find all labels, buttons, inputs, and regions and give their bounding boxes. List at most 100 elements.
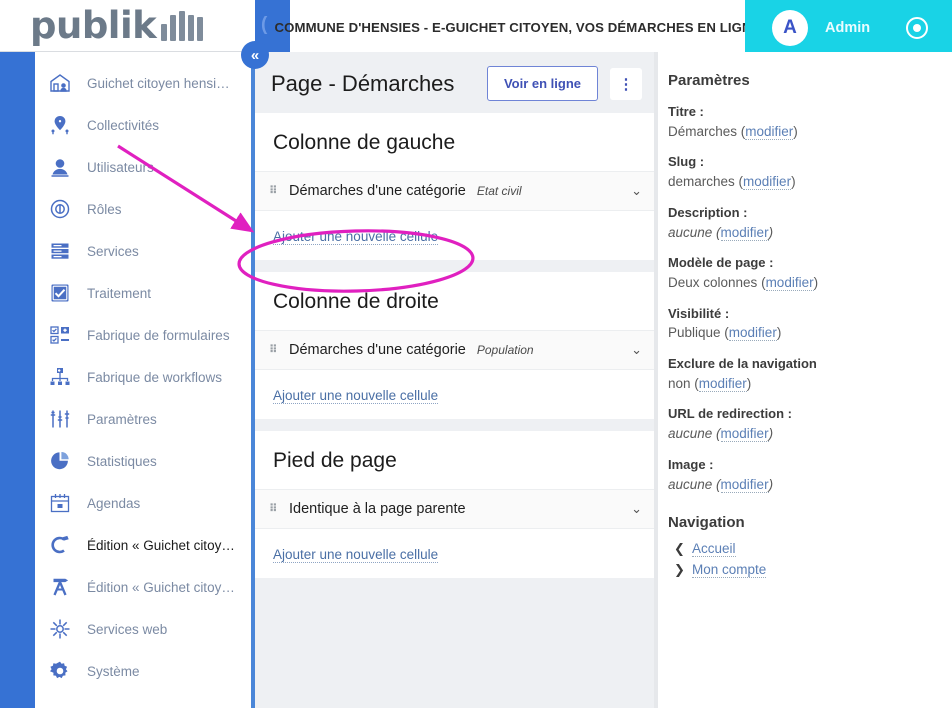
sidebar-item-label: Édition « Guichet citoyen he... <box>87 537 237 553</box>
settings-panel: Paramètres Titre : Démarches (modifier) … <box>658 52 952 708</box>
modify-link[interactable]: modifier <box>720 224 769 241</box>
brand-logo[interactable]: publik <box>0 0 255 52</box>
site-title: COMMUNE D'HENSIES - E-GUICHET CITOYEN, V… <box>274 20 761 35</box>
setting-description: Description : aucune (modifier) <box>668 204 930 242</box>
chevron-down-icon[interactable]: ⌄ <box>631 501 642 517</box>
add-cell-link[interactable]: Ajouter une nouvelle cellule <box>273 388 439 404</box>
setting-visibilite: Visibilité : Publique (modifier) <box>668 305 930 343</box>
cell-name: Identique à la page parente <box>289 501 466 517</box>
setting-key: Visibilité : <box>668 305 730 321</box>
sidebar-item-label: Édition « Guichet citoyen he... <box>87 579 237 595</box>
power-icon[interactable] <box>906 16 928 39</box>
sidebar-item-collectivites[interactable]: Collectivités <box>35 104 251 146</box>
drag-handle-icon[interactable]: ⠿ <box>269 344 278 355</box>
setting-key: Image : <box>668 456 714 472</box>
sidebar-item-label: Paramètres <box>87 411 157 427</box>
page-header: Page - Démarches Voir en ligne ⋮ <box>255 52 658 113</box>
setting-titre: Titre : Démarches (modifier) <box>668 103 930 141</box>
view-online-button[interactable]: Voir en ligne <box>486 66 598 101</box>
setting-key: Titre : <box>668 104 704 119</box>
sidebar-item-edition-authentic[interactable]: Édition « Guichet citoyen he... <box>35 566 251 608</box>
setting-key: Exclure de la navigation <box>668 356 817 372</box>
more-options-kebab-icon[interactable]: ⋮ <box>610 67 642 100</box>
settings-heading: Paramètres <box>668 72 750 89</box>
section-right-column: Colonne de droite ⠿ Démarches d'une caté… <box>255 272 658 419</box>
setting-value: demarches <box>668 174 735 190</box>
drag-handle-icon[interactable]: ⠿ <box>269 503 278 514</box>
section-left-column: Colonne de gauche ⠿ Démarches d'une caté… <box>255 113 658 260</box>
modify-link[interactable]: modifier <box>698 375 747 392</box>
role-gear-icon <box>47 196 73 222</box>
sidebar-item-services-web[interactable]: Services web <box>35 608 251 650</box>
add-cell-link[interactable]: Ajouter une nouvelle cellule <box>273 229 439 245</box>
modify-link[interactable]: modifier <box>765 275 814 292</box>
left-blue-rail <box>0 52 35 708</box>
drag-handle-icon[interactable]: ⠿ <box>269 185 278 196</box>
nav-link-row[interactable]: ❯ Mon compte <box>674 562 930 579</box>
sidebar-item-edition-combo[interactable]: Édition « Guichet citoyen he... <box>35 524 251 566</box>
setting-key: Description : <box>668 204 748 220</box>
section-title: Pied de page <box>273 449 397 472</box>
setting-value: non <box>668 375 691 391</box>
cell-row[interactable]: ⠿ Démarches d'une catégorie Population ⌄ <box>255 330 658 370</box>
section-footer: Pied de page ⠿ Identique à la page paren… <box>255 431 658 578</box>
cell-row[interactable]: ⠿ Démarches d'une catégorie Etat civil ⌄ <box>255 171 658 211</box>
chevron-down-icon[interactable]: ⌄ <box>631 183 642 199</box>
modify-link[interactable]: modifier <box>720 476 769 493</box>
user-name[interactable]: Admin <box>825 20 870 36</box>
combo-edit-icon <box>47 532 73 558</box>
cell-row[interactable]: ⠿ Identique à la page parente ⌄ <box>255 489 658 529</box>
add-cell-link[interactable]: Ajouter une nouvelle cellule <box>273 547 439 563</box>
sidebar-item-label: Rôles <box>87 201 122 217</box>
sidebar-item-fabrique-formulaires[interactable]: Fabrique de formulaires <box>35 314 251 356</box>
sidebar-item-roles[interactable]: Rôles <box>35 188 251 230</box>
sidebar-item-systeme[interactable]: Système <box>35 650 251 692</box>
checkbox-icon <box>47 280 73 306</box>
setting-value-row: Démarches (modifier) <box>668 123 798 140</box>
setting-key: URL de redirection : <box>668 406 793 422</box>
home-user-icon <box>47 70 73 96</box>
nav-link-label[interactable]: Mon compte <box>692 562 767 579</box>
logo-bars-icon <box>161 10 204 41</box>
sidebar-item-services[interactable]: Services <box>35 230 251 272</box>
setting-value-row: Deux colonnes (modifier) <box>668 275 819 292</box>
sidebar-item-label: Services <box>87 243 139 259</box>
sidebar-item-agendas[interactable]: Agendas <box>35 482 251 524</box>
chevron-right-icon: ❯ <box>674 562 685 578</box>
sidebar-item-statistiques[interactable]: Statistiques <box>35 440 251 482</box>
cell-subtitle: Etat civil <box>476 184 522 198</box>
setting-value: aucune <box>668 426 713 442</box>
sidebar-item-label: Système <box>87 663 140 679</box>
setting-key: Modèle de page : <box>668 255 774 271</box>
sidebar-collapse-button[interactable]: « <box>241 41 269 69</box>
setting-value: Deux colonnes <box>668 275 758 291</box>
modify-link[interactable]: modifier <box>745 123 794 140</box>
section-title: Colonne de droite <box>273 290 439 313</box>
avatar[interactable]: A <box>772 9 808 46</box>
calendar-icon <box>47 490 73 516</box>
nav-link-row[interactable]: ❮ Accueil <box>674 541 930 558</box>
gear-icon <box>47 658 73 684</box>
cell-subtitle: Population <box>476 343 534 357</box>
sidebar-item-guichet-citoyen[interactable]: Guichet citoyen hensies - Po... <box>35 62 251 104</box>
map-pin-icon <box>47 112 73 138</box>
sliders-icon <box>47 406 73 432</box>
workflow-icon <box>47 364 73 390</box>
server-icon <box>47 238 73 264</box>
nav-link-label[interactable]: Accueil <box>692 541 736 558</box>
sidebar-item-label: Guichet citoyen hensies - Po... <box>87 75 237 91</box>
sidebar-item-label: Utilisateurs <box>87 159 154 175</box>
modify-link[interactable]: modifier <box>743 174 792 191</box>
sidebar-item-parametres[interactable]: Paramètres <box>35 398 251 440</box>
chevron-left-icon: ❮ <box>674 541 685 557</box>
modify-link[interactable]: modifier <box>728 325 777 342</box>
setting-value-row: non (modifier) <box>668 375 752 392</box>
sidebar-item-fabrique-workflows[interactable]: Fabrique de workflows <box>35 356 251 398</box>
navigation-heading: Navigation <box>668 514 745 532</box>
chevron-down-icon[interactable]: ⌄ <box>631 342 642 358</box>
sidebar-item-traitement[interactable]: Traitement <box>35 272 251 314</box>
sidebar-item-utilisateurs[interactable]: Utilisateurs <box>35 146 251 188</box>
modify-link[interactable]: modifier <box>720 426 769 443</box>
setting-value: aucune <box>668 224 713 240</box>
user-icon <box>47 154 73 180</box>
